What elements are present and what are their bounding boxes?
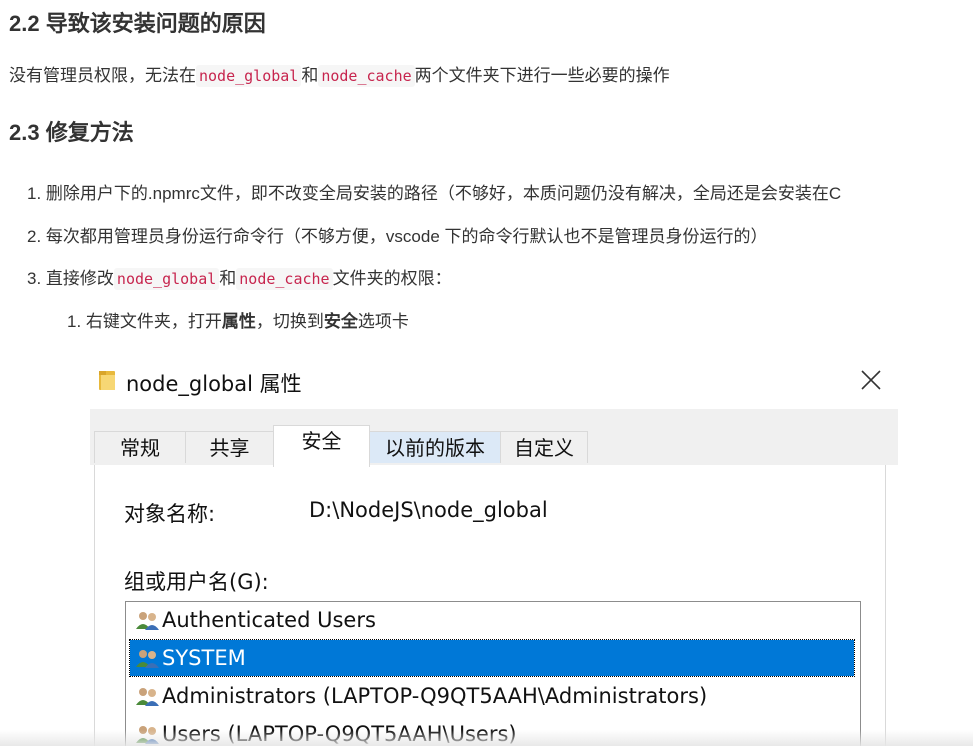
- user-row-administrators[interactable]: Administrators (LAPTOP-Q9QT5AAH\Administ…: [130, 678, 854, 714]
- heading-section-2-3: 2.3 修复方法: [9, 120, 134, 145]
- user-name: SYSTEM: [162, 646, 246, 670]
- user-name: Authenticated Users: [162, 608, 376, 632]
- fix-sublist-item-1: 1. 右键文件夹，打开属性，切换到安全选项卡: [67, 307, 409, 332]
- list-number: 3.: [27, 269, 42, 288]
- bottom-fade: [0, 730, 973, 746]
- group-users-listbox[interactable]: Authenticated Users SYSTEM Administrator…: [125, 601, 861, 746]
- cause-text-mid: 和: [301, 66, 319, 85]
- code-node-cache: node_cache: [236, 268, 333, 290]
- list-number: 1.: [27, 184, 42, 203]
- list-item-text: 删除用户下的.npmrc文件，即不改变全局安装的路径（不够好，本质问题仍没有解决…: [45, 184, 842, 203]
- list-item-text-mid: 和: [219, 269, 237, 288]
- user-group-icon: [136, 650, 159, 668]
- object-name-value: D:\NodeJS\node_global: [309, 498, 548, 522]
- list-number: 1.: [67, 312, 82, 331]
- cause-text-pre: 没有管理员权限，无法在: [9, 66, 196, 85]
- code-node-global: node_global: [113, 268, 220, 290]
- sublist-text-pre: 右键文件夹，打开: [85, 312, 222, 331]
- list-item-text: 每次都用管理员身份运行命令行（不够方便，vscode 下的命令行默认也不是管理员…: [45, 227, 768, 246]
- bold-security: 安全: [323, 312, 358, 331]
- sublist-text-post: 选项卡: [357, 312, 409, 331]
- dialog-title: node_global 属性: [126, 372, 302, 396]
- tab-customize[interactable]: 自定义: [500, 431, 588, 463]
- dialog-tab-bar: 常规 共享 安全 以前的版本 自定义: [90, 409, 898, 467]
- list-item-text-pre: 直接修改: [45, 269, 114, 288]
- user-row-system[interactable]: SYSTEM: [129, 639, 855, 677]
- code-node-cache: node_cache: [318, 65, 415, 87]
- object-name-label: 对象名称:: [124, 502, 216, 526]
- page: 2.2 导致该安装问题的原因 没有管理员权限，无法在 node_global 和 no…: [0, 0, 973, 746]
- user-name: Administrators (LAPTOP-Q9QT5AAH\Administ…: [162, 684, 708, 708]
- security-tab-panel: 对象名称: D:\NodeJS\node_global 组或用户名(G): Au…: [94, 465, 886, 746]
- list-number: 2.: [27, 227, 42, 246]
- fix-list-item-3: 3. 直接修改 node_global 和 node_cache 文件夹的权限：: [27, 264, 452, 290]
- user-group-icon: [136, 688, 159, 706]
- tab-general[interactable]: 常规: [94, 431, 186, 463]
- group-users-label: 组或用户名(G):: [124, 570, 269, 594]
- tab-sharing[interactable]: 共享: [185, 431, 274, 463]
- cause-text-post: 两个文件夹下进行一些必要的操作: [414, 66, 670, 85]
- tab-security[interactable]: 安全: [273, 425, 370, 467]
- folder-icon: [99, 371, 115, 390]
- tab-previous-versions[interactable]: 以前的版本: [369, 431, 501, 463]
- fix-list-item-1: 1. 删除用户下的.npmrc文件，即不改变全局安装的路径（不够好，本质问题仍没…: [27, 179, 841, 204]
- fix-list-item-2: 2. 每次都用管理员身份运行命令行（不够方便，vscode 下的命令行默认也不是…: [27, 222, 768, 247]
- code-node-global: node_global: [196, 65, 302, 87]
- properties-dialog: node_global 属性 常规 共享 安全 以前的版本 自定义 对象名称: …: [90, 355, 898, 746]
- list-item-text-post: 文件夹的权限：: [332, 269, 452, 288]
- sublist-text-mid: ，切换到: [255, 312, 324, 331]
- close-icon[interactable]: [860, 369, 882, 391]
- user-row-authenticated-users[interactable]: Authenticated Users: [130, 602, 854, 638]
- cause-paragraph: 没有管理员权限，无法在 node_global 和 node_cache 两个文件夹下进…: [9, 61, 670, 87]
- bold-properties: 属性: [221, 312, 256, 331]
- heading-section-2-2: 2.2 导致该安装问题的原因: [9, 11, 266, 36]
- user-group-icon: [136, 612, 159, 630]
